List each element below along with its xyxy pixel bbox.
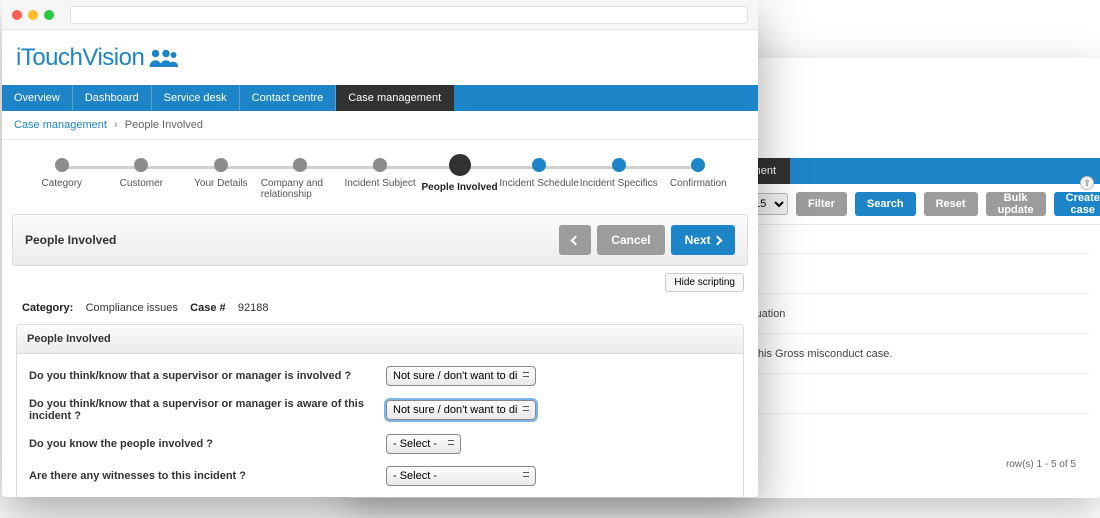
chevron-right-icon <box>713 236 723 246</box>
brand-bar: iTouchVision <box>2 30 758 85</box>
question-text: Do you think/know that a supervisor or m… <box>29 398 374 422</box>
step-incident-schedule[interactable]: Incident Schedule <box>499 158 579 200</box>
traffic-light-close[interactable] <box>12 10 22 20</box>
address-bar[interactable] <box>70 6 748 24</box>
category-value: Compliance issues <box>86 302 178 314</box>
people-icon <box>148 47 178 69</box>
section-title: People Involved <box>25 233 116 247</box>
case-meta: Category: Compliance issues Case # 92188 <box>16 298 744 324</box>
section-header: People Involved Cancel Next <box>12 214 748 266</box>
filter-button[interactable]: Filter <box>796 192 847 216</box>
wizard-stepper: CategoryCustomerYour DetailsCompany and … <box>2 140 758 210</box>
browser-chrome <box>2 0 758 30</box>
step-circle <box>532 158 546 172</box>
main-nav: OverviewDashboardService deskContact cen… <box>2 85 758 111</box>
traffic-light-min[interactable] <box>28 10 38 20</box>
step-category[interactable]: Category <box>22 158 102 200</box>
chevron-right-icon: › <box>110 119 122 131</box>
question-select-1[interactable]: Not sure / don't want to disclose <box>386 400 536 420</box>
nav-tab-contact-centre[interactable]: Contact centre <box>240 85 337 111</box>
step-circle <box>449 154 471 176</box>
step-circle <box>612 158 626 172</box>
back-button[interactable] <box>559 225 591 255</box>
question-text: Do you think/know that a supervisor or m… <box>29 370 374 382</box>
chevron-left-icon <box>570 236 580 246</box>
step-incident-specifics[interactable]: Incident Specifics <box>579 158 659 200</box>
question-text: Do you know the people involved ? <box>29 438 374 450</box>
step-incident-subject[interactable]: Incident Subject <box>340 158 420 200</box>
step-circle <box>373 158 387 172</box>
case-wizard-window: iTouchVision OverviewDashboardService de… <box>2 0 758 497</box>
step-company-and-relationship[interactable]: Company and relationship <box>261 158 341 200</box>
nav-tab-dashboard[interactable]: Dashboard <box>73 85 152 111</box>
step-confirmation[interactable]: Confirmation <box>659 158 739 200</box>
question-row: Are there any witnesses to this incident… <box>17 460 743 492</box>
breadcrumb-root[interactable]: Case management <box>14 119 107 131</box>
cancel-button[interactable]: Cancel <box>597 225 664 255</box>
search-button[interactable]: Search <box>855 192 916 216</box>
case-number: 92188 <box>238 302 269 314</box>
breadcrumb: Case management › People Involved <box>2 111 758 140</box>
nav-tab-overview[interactable]: Overview <box>2 85 73 111</box>
card-title: People Involved <box>17 325 743 354</box>
step-circle <box>214 158 228 172</box>
next-button[interactable]: Next <box>671 225 735 255</box>
collapse-icon[interactable]: ⇧ <box>1080 176 1094 190</box>
question-text: Are there any witnesses to this incident… <box>29 470 374 482</box>
step-customer[interactable]: Customer <box>102 158 182 200</box>
step-circle <box>293 158 307 172</box>
question-select-3[interactable]: - Select - <box>386 466 536 486</box>
question-select-2[interactable]: - Select - <box>386 434 461 454</box>
step-circle <box>55 158 69 172</box>
step-circle <box>691 158 705 172</box>
traffic-light-max[interactable] <box>44 10 54 20</box>
reset-button[interactable]: Reset <box>924 192 978 216</box>
breadcrumb-current: People Involved <box>125 119 203 131</box>
create-case-button[interactable]: Create case <box>1054 192 1100 216</box>
nav-tab-case-management[interactable]: Case management <box>336 85 454 111</box>
step-circle <box>134 158 148 172</box>
question-row: Do you know the people involved ? - Selec… <box>17 428 743 460</box>
step-your-details[interactable]: Your Details <box>181 158 261 200</box>
hide-scripting-button[interactable]: Hide scripting <box>665 273 744 292</box>
question-row: Do you think/know that a supervisor or m… <box>17 360 743 392</box>
nav-tab-service-desk[interactable]: Service desk <box>152 85 240 111</box>
questions-card: People Involved Do you think/know that a… <box>16 324 744 497</box>
bulk-update-button[interactable]: Bulk update <box>986 192 1046 216</box>
question-row: Do you think/know that a supervisor or m… <box>17 392 743 428</box>
brand-logo[interactable]: iTouchVision <box>16 44 178 72</box>
step-people-involved[interactable]: People Involved <box>420 158 500 200</box>
question-select-0[interactable]: Not sure / don't want to disclose <box>386 366 536 386</box>
